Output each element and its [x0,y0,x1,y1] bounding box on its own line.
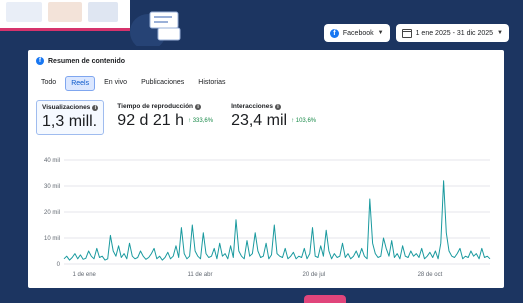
chevron-down-icon: ▼ [377,30,384,36]
metric-card-visualizaciones[interactable]: Visualizaciones i 1,3 mill. [36,100,105,135]
calendar-icon [401,28,412,38]
platform-selector[interactable]: f Facebook ▼ [323,24,390,42]
metric-value: 92 d 21 h [117,112,185,129]
metric-label: Tiempo de reproducción [117,103,194,110]
metric-card-interacciones[interactable]: Interacciones i 23,4 mil ↑ 103,6% [226,100,321,135]
metric-label: Visualizaciones [42,104,91,111]
decorative-tab [304,295,346,303]
decorative-illustration [48,2,82,22]
metric-value: 23,4 mil [231,112,288,129]
decorative-illustration [6,2,42,22]
panel-header: f Resumen de contenido [36,57,125,65]
tab-historias[interactable]: Historias [193,76,230,91]
metric-change: ↑ 333,6% [188,117,214,124]
decorative-banner [0,0,130,31]
facebook-icon: f [329,28,339,38]
y-tick-label: 0 [57,262,61,268]
panel-title: Resumen de contenido [48,57,126,65]
x-tick-label: 1 de ene [73,272,97,278]
metric-value: 1,3 mill. [42,113,98,130]
tab-reels[interactable]: Reels [65,76,96,91]
info-icon[interactable]: i [274,103,281,110]
y-tick-label: 20 mil [44,210,60,216]
y-tick-label: 40 mil [44,158,60,164]
date-range-label: 1 ene 2025 - 31 dic 2025 [415,29,494,37]
date-range-selector[interactable]: 1 ene 2025 - 31 dic 2025 ▼ [395,24,509,42]
tab-todo[interactable]: Todo [36,76,61,91]
facebook-icon: f [36,57,44,65]
y-tick-label: 10 mil [44,236,60,242]
metrics-row: Visualizaciones i 1,3 mill. Tiempo de rep… [36,100,321,135]
x-tick-label: 20 de jul [303,272,326,278]
series-line [63,180,491,261]
metric-label: Interacciones [231,103,273,110]
x-tick-label: 11 de abr [188,272,213,278]
metric-change: ↑ 103,6% [291,117,317,124]
x-tick-label: 28 de oct [418,272,443,278]
content-type-tabs: Todo Reels En vivo Publicaciones Histori… [36,76,231,91]
metric-card-tiempo-reproduccion[interactable]: Tiempo de reproducción i 92 d 21 h ↑ 333,6… [112,100,218,135]
tab-publicaciones[interactable]: Publicaciones [136,76,189,91]
tab-en-vivo[interactable]: En vivo [99,76,132,91]
decorative-illustration [88,2,118,22]
platform-label: Facebook [342,29,374,37]
chart-svg: 0 10 mil 20 mil 30 mil 40 mil 1 de ene 11 de a… [44,158,491,278]
chevron-down-icon: ▼ [497,30,503,36]
content-summary-panel: f Resumen de contenido Todo Reels En viv… [28,50,504,288]
info-icon[interactable]: i [92,104,99,111]
y-tick-label: 30 mil [44,184,60,190]
info-icon[interactable]: i [195,103,202,110]
views-line-chart: 0 10 mil 20 mil 30 mil 40 mil 1 de ene 11 de a… [36,154,498,280]
chat-bubbles-icon [130,11,181,46]
